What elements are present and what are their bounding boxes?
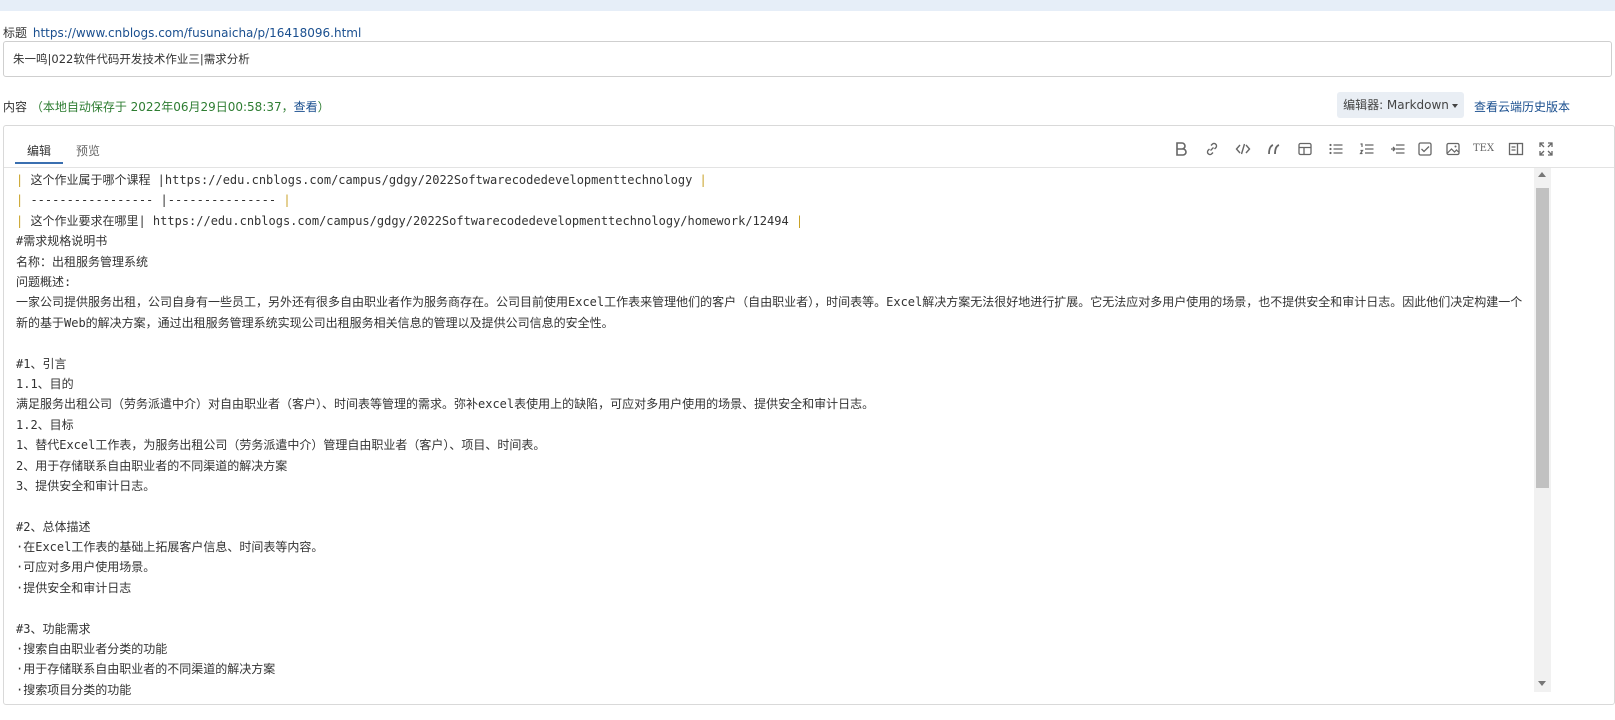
content-label: 内容	[3, 100, 28, 114]
scroll-thumb[interactable]	[1536, 188, 1549, 488]
editor-line-text: ·搜索项目分类的功能	[16, 682, 132, 697]
link-icon[interactable]	[1202, 140, 1222, 158]
table-icon[interactable]	[1295, 140, 1315, 158]
editor-line-text: #3、功能需求	[16, 621, 91, 636]
scroll-down-arrow-icon[interactable]	[1538, 681, 1546, 686]
top-header-bar	[0, 0, 1615, 11]
editor-line-text: #需求规格说明书	[16, 234, 108, 249]
editor-line: #3、功能需求	[16, 619, 1531, 639]
editor-line: 满足服务出租公司（劳务派遣中介）对自由职业者（客户）、时间表等管理的需求。弥补e…	[16, 394, 1531, 414]
fullscreen-icon[interactable]	[1536, 140, 1556, 158]
code-icon[interactable]	[1233, 140, 1253, 158]
editor-line: #2、总体描述	[16, 517, 1531, 537]
editor-line-text: ·用于存储联系自由职业者的不同渠道的解决方案	[16, 662, 276, 677]
editor-line: 名称：出租服务管理系统	[16, 252, 1531, 272]
checkbox-icon[interactable]	[1415, 140, 1435, 158]
title-input[interactable]: 朱一鸣|022软件代码开发技术作业三|需求分析	[3, 41, 1612, 77]
editor-line: ·提供安全和审计日志	[16, 578, 1531, 598]
editor-line: | ----------------- |--------------- |	[16, 190, 1531, 210]
image-icon[interactable]	[1443, 140, 1463, 158]
editor-line: | 这个作业要求在哪里| https://edu.cnblogs.com/cam…	[16, 211, 1531, 231]
editor-line: 一家公司提供服务出租，公司自身有一些员工，另外还有很多自由职业者作为服务商存在。…	[16, 292, 1531, 333]
editor-line: #需求规格说明书	[16, 231, 1531, 251]
editor-line-text: 名称：出租服务管理系统	[16, 254, 149, 269]
editor-line-text: #1、引言	[16, 356, 67, 371]
editor-line: 1.2、目标	[16, 415, 1531, 435]
bullet-list-icon[interactable]	[1326, 140, 1346, 158]
editor-line-text: 1.2、目标	[16, 417, 74, 432]
autosave-view-link[interactable]: 查看	[294, 100, 318, 114]
editor-line-text: ·搜索自由职业者分类的功能	[16, 642, 168, 657]
tab-edit[interactable]: 编辑	[27, 142, 51, 159]
editor-line: ·搜索自由职业者分类的功能	[16, 639, 1531, 659]
quote-icon[interactable]	[1264, 140, 1284, 158]
editor-line: ·用于存储联系自由职业者的不同渠道的解决方案	[16, 659, 1531, 679]
title-label: 标题	[3, 26, 28, 40]
autosave-prefix: （本地自动保存于 2022年06月29日00:58:37，	[30, 100, 294, 114]
editor-line: ·可应对多用户使用场景。	[16, 557, 1531, 577]
caret-down-icon	[1451, 103, 1458, 108]
title-row: 标题 https://www.cnblogs.com/fusunaicha/p/…	[3, 24, 361, 41]
markdown-editor: 编辑 预览 TEX | 这个作业属于哪个课程 |https://edu.cnbl…	[3, 125, 1615, 705]
tex-icon[interactable]: TEX	[1473, 140, 1494, 158]
autosave-suffix: ）	[317, 100, 330, 114]
content-label-row: 内容 （本地自动保存于 2022年06月29日00:58:37，查看）	[3, 98, 330, 115]
editor-line: #1、引言	[16, 354, 1531, 374]
numbered-list-icon[interactable]	[1357, 140, 1377, 158]
editor-line: 问题概述:	[16, 272, 1531, 292]
indent-icon[interactable]	[1388, 140, 1408, 158]
editor-line-text: 这个作业要求在哪里| https://edu.cnblogs.com/campu…	[23, 213, 796, 228]
editor-line: ·在Excel工作表的基础上拓展客户信息、时间表等内容。	[16, 537, 1531, 557]
editor-line-text: ·在Excel工作表的基础上拓展客户信息、时间表等内容。	[16, 540, 324, 555]
editor-line-text: #2、总体描述	[16, 519, 91, 534]
scroll-up-arrow-icon[interactable]	[1538, 172, 1546, 177]
editor-line-text: ----------------- |---------------	[23, 193, 284, 208]
editor-line-text: ·可应对多用户使用场景。	[16, 560, 156, 575]
editor-line-text: 问题概述:	[16, 274, 72, 289]
table-pipe: |	[283, 193, 291, 208]
toolbar-divider	[4, 167, 1614, 168]
editor-line: 1、替代Excel工作表，为服务出租公司（劳务派遣中介）管理自由职业者（客户）、…	[16, 435, 1531, 455]
tab-preview[interactable]: 预览	[76, 142, 100, 159]
editor-line: 2、用于存储联系自由职业者的不同渠道的解决方案	[16, 456, 1531, 476]
editor-line: | 这个作业属于哪个课程 |https://edu.cnblogs.com/ca…	[16, 170, 1531, 190]
editor-line-text: 2、用于存储联系自由职业者的不同渠道的解决方案	[16, 458, 288, 473]
editor-line-text: ·提供安全和审计日志	[16, 580, 132, 595]
table-pipe: |	[795, 213, 804, 228]
split-view-icon[interactable]	[1506, 140, 1526, 158]
editor-line-text: 1、替代Excel工作表，为服务出租公司（劳务派遣中介）管理自由职业者（客户）、…	[16, 438, 546, 453]
active-tab-indicator	[15, 162, 63, 164]
editor-line-text: 一家公司提供服务出租，公司自身有一些员工，另外还有很多自由职业者作为服务商存在。…	[16, 295, 1523, 330]
editor-type-label: 编辑器: Markdown	[1343, 98, 1449, 112]
table-pipe: |	[699, 173, 707, 187]
editor-scrollbar[interactable]	[1534, 168, 1551, 692]
editor-type-dropdown[interactable]: 编辑器: Markdown	[1337, 92, 1464, 118]
editor-line: 1.1、目的	[16, 374, 1531, 394]
editor-line-text: 满足服务出租公司（劳务派遣中介）对自由职业者（客户）、时间表等管理的需求。弥补e…	[16, 397, 875, 412]
bold-icon[interactable]	[1171, 140, 1191, 158]
editor-line-text: 1.1、目的	[16, 376, 74, 391]
editor-line-text: 这个作业属于哪个课程 |https://edu.cnblogs.com/camp…	[23, 173, 700, 187]
autosave-status: （本地自动保存于 2022年06月29日00:58:37，查看）	[31, 100, 330, 114]
markdown-textarea[interactable]: | 这个作业属于哪个课程 |https://edu.cnblogs.com/ca…	[16, 170, 1531, 700]
post-url-link[interactable]: https://www.cnblogs.com/fusunaicha/p/164…	[33, 26, 362, 40]
editor-line-text: 3、提供安全和审计日志。	[16, 478, 156, 493]
editor-line: 3、提供安全和审计日志。	[16, 476, 1531, 496]
editor-line: ·搜索项目分类的功能	[16, 680, 1531, 700]
cloud-history-link[interactable]: 查看云端历史版本	[1474, 98, 1570, 115]
